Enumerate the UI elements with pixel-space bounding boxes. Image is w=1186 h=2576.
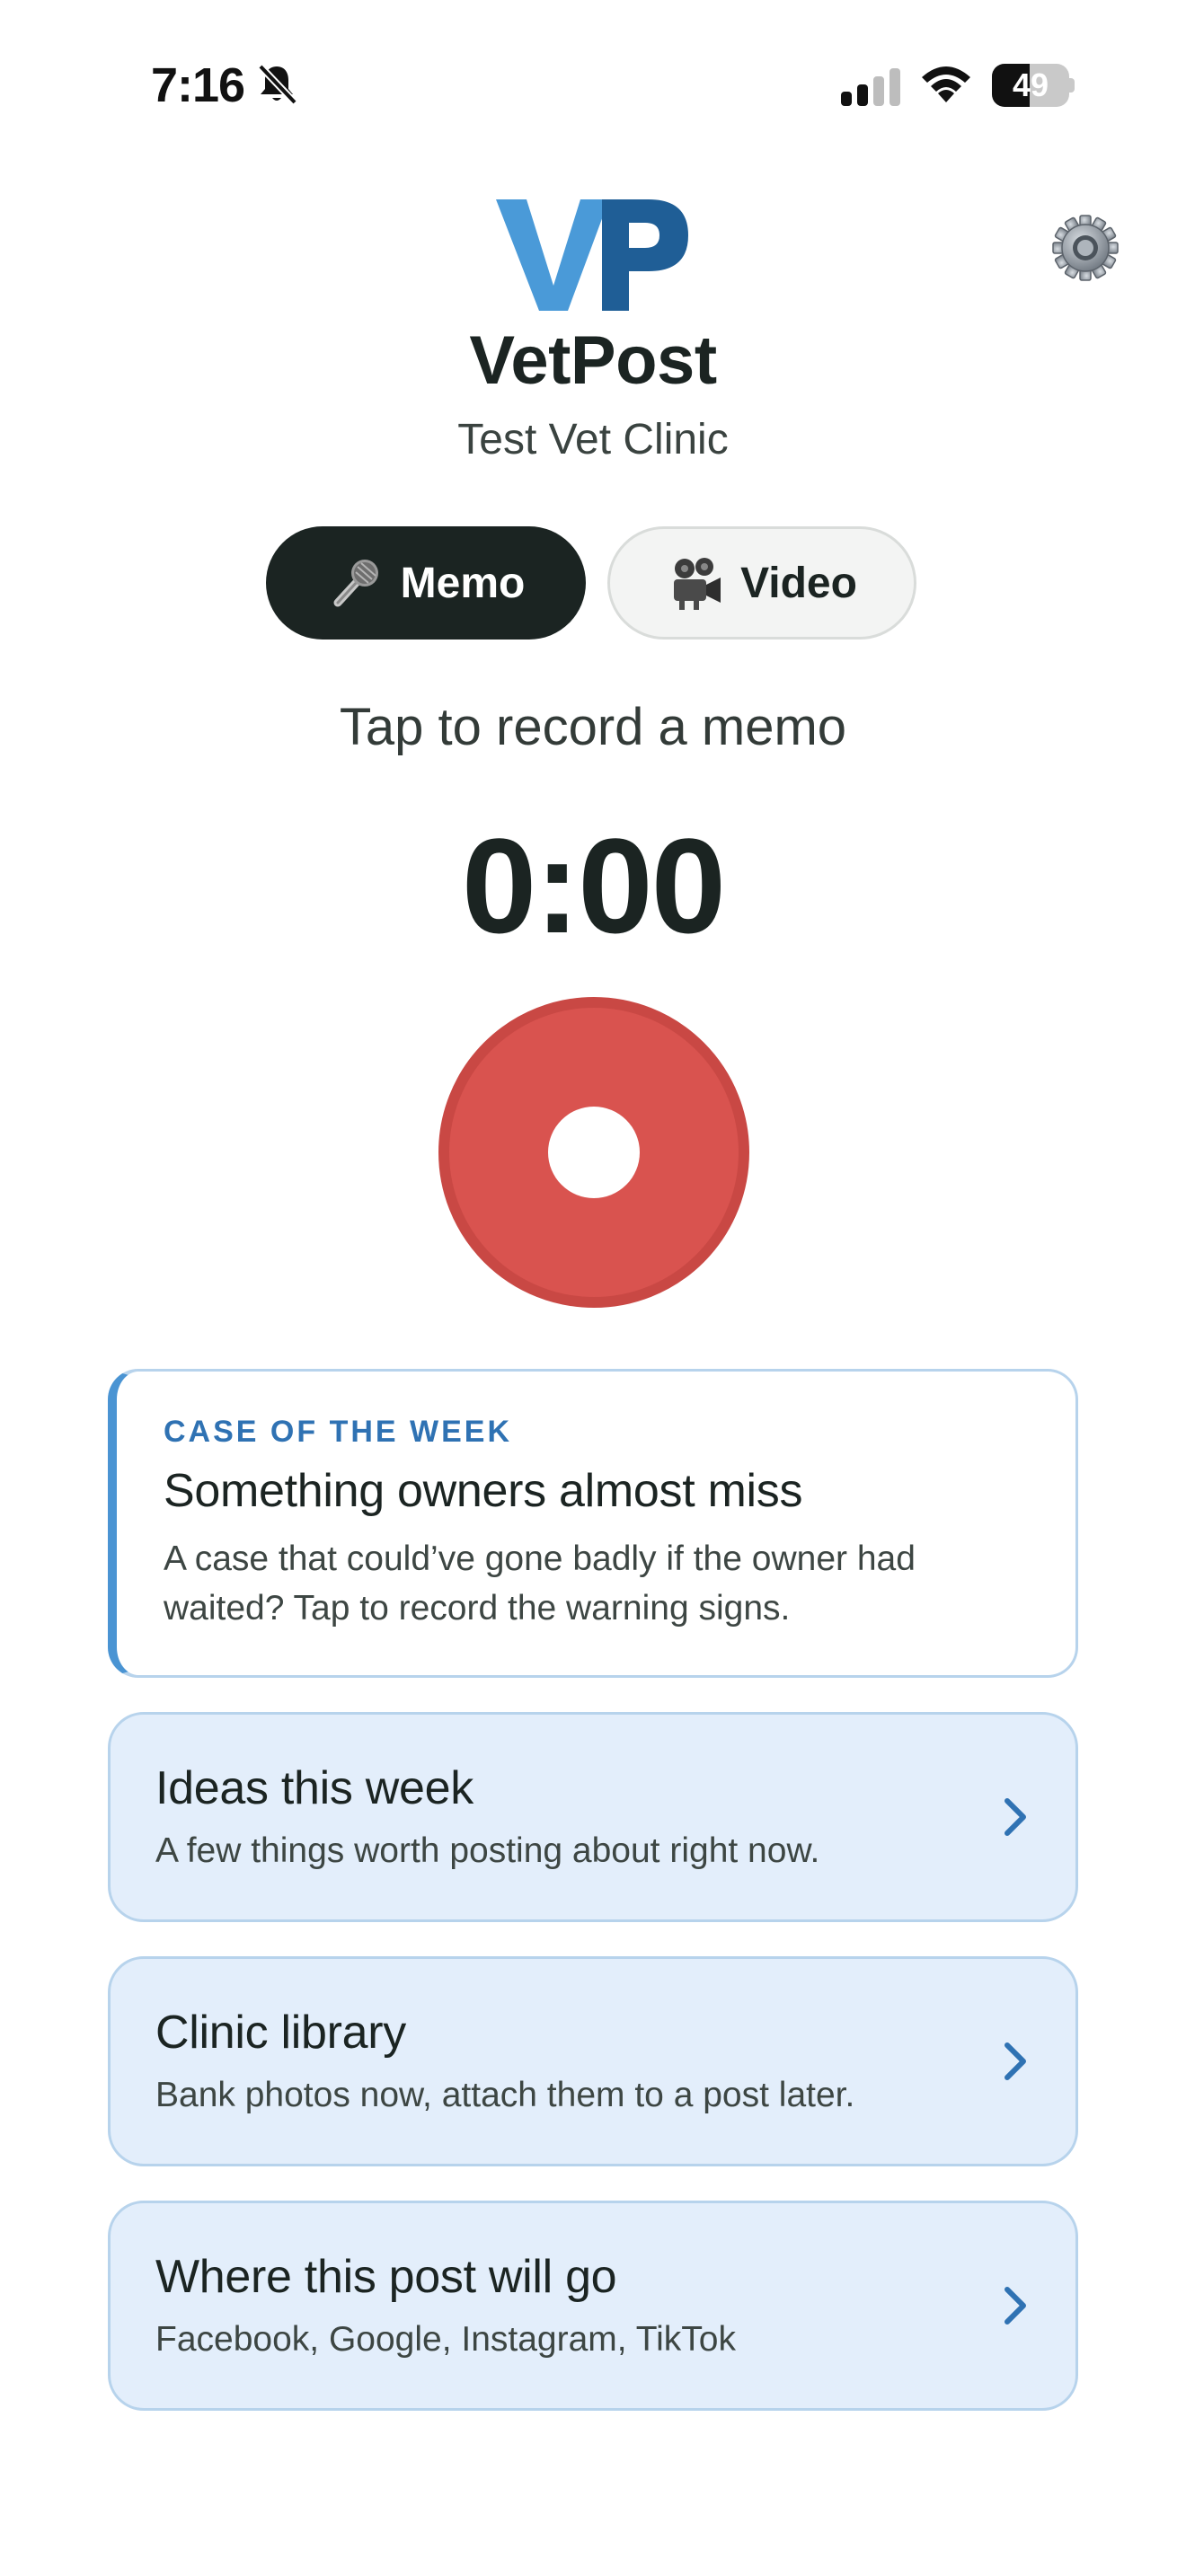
clinic-name: Test Vet Clinic	[457, 416, 729, 463]
status-bar: 7:16 49	[0, 54, 1186, 117]
record-button[interactable]	[438, 997, 749, 1308]
gear-icon[interactable]	[1051, 214, 1120, 282]
cellular-signal-icon	[841, 68, 900, 106]
microphone-icon	[333, 560, 378, 607]
app-title: VetPost	[469, 322, 717, 399]
memo-mode-button[interactable]: Memo	[266, 526, 586, 640]
record-hint: Tap to record a memo	[339, 698, 847, 756]
wifi-icon	[922, 66, 970, 102]
vetpost-logo	[496, 199, 688, 311]
clinic-library-card[interactable]: Clinic library Bank photos now, attach t…	[108, 1956, 1078, 2166]
record-timer: 0:00	[461, 810, 726, 961]
battery-percent: 49	[1012, 66, 1049, 103]
ideas-this-week-card[interactable]: Ideas this week A few things worth posti…	[108, 1712, 1078, 1922]
nav-card-title: Ideas this week	[155, 1762, 474, 1814]
nav-card-title: Clinic library	[155, 2007, 406, 2059]
nav-card-subtitle: Bank photos now, attach them to a post l…	[155, 2076, 855, 2114]
chevron-right-icon	[1005, 2042, 1026, 2080]
chevron-right-icon	[1005, 1798, 1026, 1836]
nav-card-subtitle: Facebook, Google, Instagram, TikTok	[155, 2320, 736, 2359]
case-of-the-week-card[interactable]: CASE OF THE WEEK Something owners almost…	[108, 1369, 1078, 1678]
case-title: Something owners almost miss	[164, 1465, 803, 1517]
video-mode-label: Video	[740, 559, 857, 607]
status-time: 7:16	[151, 58, 245, 112]
case-description: A case that could’ve gone badly if the o…	[164, 1539, 916, 1628]
movie-camera-icon	[674, 558, 721, 610]
case-eyebrow: CASE OF THE WEEK	[164, 1415, 513, 1449]
post-destinations-card[interactable]: Where this post will go Facebook, Google…	[108, 2201, 1078, 2411]
nav-card-subtitle: A few things worth posting about right n…	[155, 1831, 820, 1870]
vetpost-home-screen: 7:16 49 VetPost Test Vet Clinic Memo Vid…	[0, 0, 1186, 2576]
video-mode-button[interactable]: Video	[607, 526, 916, 640]
bell-slash-icon	[258, 64, 297, 105]
chevron-right-icon	[1005, 2287, 1026, 2325]
memo-mode-label: Memo	[400, 559, 526, 607]
battery-indicator: 49	[992, 64, 1075, 107]
nav-card-title: Where this post will go	[155, 2251, 617, 2303]
record-dot	[548, 1107, 640, 1198]
